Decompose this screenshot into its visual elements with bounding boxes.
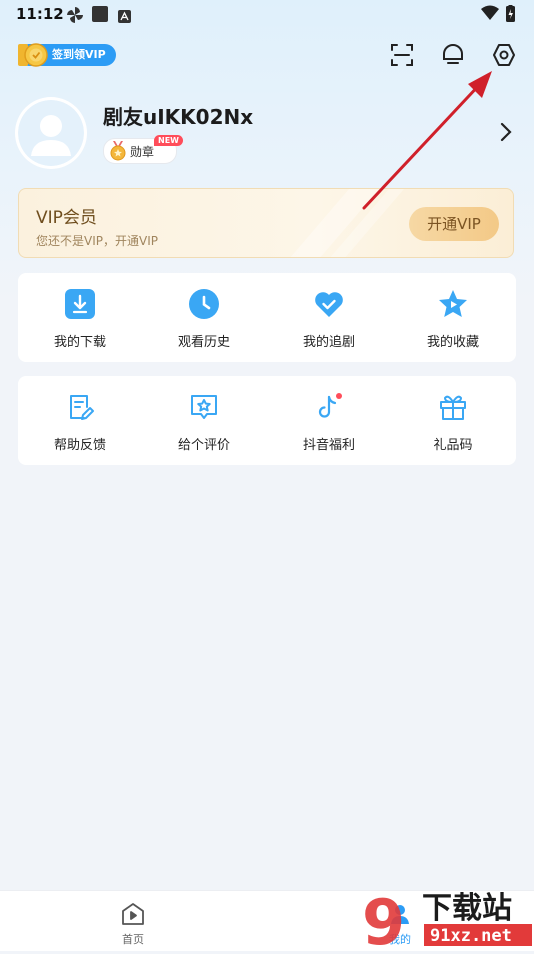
clock-icon: [189, 289, 219, 319]
grid-item-favorites[interactable]: 我的收藏: [391, 273, 515, 362]
rating-icon: [189, 392, 219, 422]
status-bar: 11:12: [0, 0, 534, 30]
feature-card-secondary: 帮助反馈 给个评价 抖音福利 礼品码: [18, 376, 516, 465]
open-vip-button[interactable]: 开通VIP: [409, 207, 499, 241]
wifi-battery-icon: [481, 4, 515, 22]
avatar[interactable]: [18, 100, 84, 166]
grid-item-rating[interactable]: 给个评价: [142, 376, 266, 465]
grid-item-gift-code[interactable]: 礼品码: [391, 376, 515, 465]
settings-icon[interactable]: [491, 42, 517, 68]
watermark-number: 9: [362, 886, 405, 950]
username[interactable]: 剧友uIKK02Nx: [103, 101, 253, 130]
keyboard-a-icon: [118, 8, 131, 27]
status-right: [480, 4, 520, 27]
nav-home[interactable]: 首页: [88, 891, 178, 951]
vip-title: VIP会员: [36, 208, 97, 228]
grid-item-following[interactable]: 我的追剧: [267, 273, 391, 362]
douyin-icon: [314, 392, 344, 422]
download-icon: [65, 289, 95, 319]
feedback-icon: [65, 392, 95, 422]
grid-label: 礼品码: [433, 438, 473, 453]
medal-label: 勋章: [130, 145, 155, 159]
grid-item-douyin[interactable]: 抖音福利: [267, 376, 391, 465]
gift-icon: [438, 392, 468, 422]
watermark-text: 下载站: [422, 891, 512, 926]
signin-label: 签到领VIP: [52, 48, 106, 61]
status-time: 11:12: [16, 5, 64, 23]
feature-card-primary: 我的下载 观看历史 我的追剧 我的收藏: [18, 273, 516, 362]
grid-item-download[interactable]: 我的下载: [18, 273, 142, 362]
medal-badge[interactable]: 勋章 NEW: [103, 135, 183, 165]
coin-icon: [16, 41, 50, 77]
nav-home-label: 首页: [122, 933, 144, 946]
grid-label: 我的收藏: [426, 335, 479, 350]
grid-item-feedback[interactable]: 帮助反馈: [18, 376, 142, 465]
app-square-icon: [92, 6, 108, 26]
home-play-icon: [120, 901, 146, 931]
grid-item-history[interactable]: 观看历史: [142, 273, 266, 362]
scan-icon[interactable]: [389, 42, 415, 68]
heart-check-icon: [314, 289, 344, 319]
medal-icon: [109, 141, 127, 165]
watermark-url: 91xz.net: [430, 926, 512, 946]
chevron-right-icon[interactable]: [500, 122, 512, 146]
star-icon: [438, 289, 468, 319]
message-bubble-icon[interactable]: [440, 42, 466, 68]
grid-label: 我的下载: [53, 335, 106, 350]
vip-subtitle: 您还不是VIP，开通VIP: [36, 234, 158, 248]
grid-label: 抖音福利: [302, 438, 355, 453]
vip-card[interactable]: VIP会员 您还不是VIP，开通VIP 开通VIP: [18, 188, 514, 258]
grid-label: 我的追剧: [302, 335, 355, 350]
grid-label: 观看历史: [177, 335, 230, 350]
new-badge: NEW: [154, 135, 183, 146]
signin-vip-button[interactable]: 签到领VIP: [18, 43, 116, 67]
grid-label: 帮助反馈: [53, 438, 106, 453]
grid-label: 给个评价: [177, 438, 230, 453]
pinwheel-icon: [66, 6, 84, 28]
site-watermark: 9 下载站 91xz.net: [362, 884, 534, 954]
